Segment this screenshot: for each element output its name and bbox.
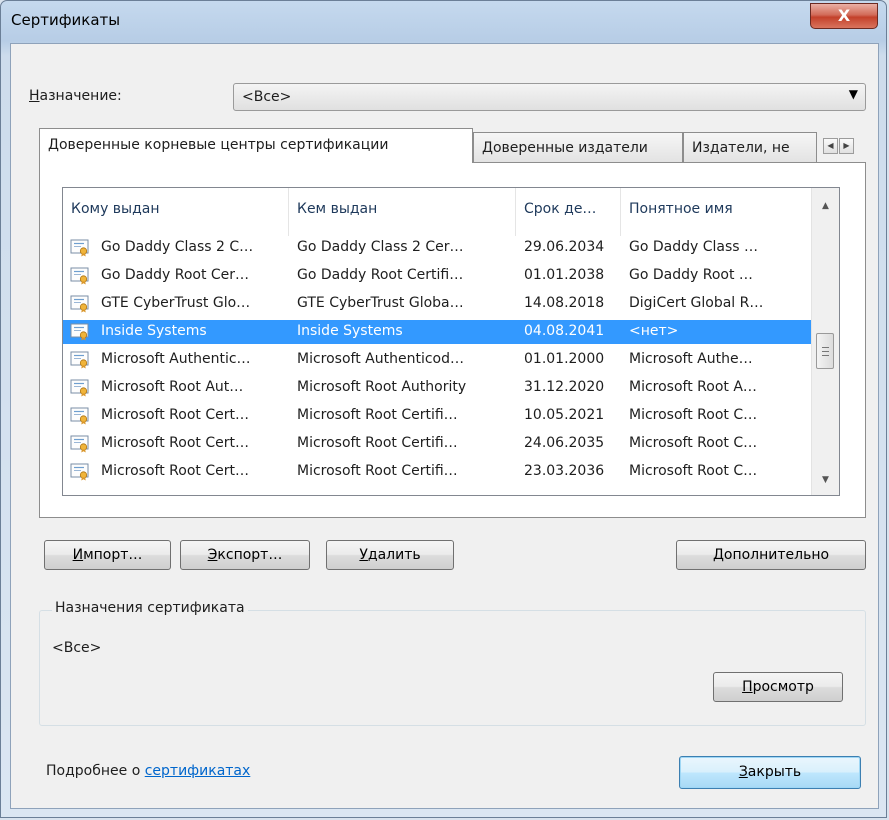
cell-friendly-name: Go Daddy Class …: [629, 239, 759, 255]
cell-issued-by: Inside Systems: [297, 323, 403, 339]
scroll-up-icon[interactable]: ▲: [812, 196, 839, 216]
certificates-link[interactable]: сертификатах: [145, 763, 251, 779]
purpose-dropdown[interactable]: <Все> ▼: [233, 83, 866, 111]
cell-expiration: 14.08.2018: [524, 295, 605, 311]
cell-expiration: 01.01.2000: [524, 351, 605, 367]
tab-scroll-right-icon[interactable]: ▶: [839, 138, 854, 154]
cell-friendly-name: DigiCert Global R…: [629, 295, 764, 311]
certificate-icon: [70, 463, 89, 481]
cell-expiration: 29.06.2034: [524, 239, 605, 255]
cell-issued-by: Go Daddy Class 2 Cer…: [297, 239, 464, 255]
cell-issued-to: Microsoft Root Cert…: [101, 463, 249, 479]
certificate-icon: [70, 295, 89, 313]
certificate-purposes-value: <Все>: [52, 640, 102, 656]
cell-issued-to: Inside Systems: [101, 323, 207, 339]
cell-issued-by: Microsoft Root Authority: [297, 379, 467, 395]
list-scrollbar[interactable]: ▲ ▼: [811, 188, 839, 495]
certificate-list[interactable]: Кому выдан Кем выдан Срок де… Понятное и…: [62, 187, 840, 496]
certificate-purposes-title: Назначения сертификата: [52, 600, 248, 616]
cell-issued-to: Microsoft Root Aut…: [101, 379, 244, 395]
column-issued-by[interactable]: Кем выдан: [289, 188, 516, 236]
cell-expiration: 23.03.2036: [524, 463, 605, 479]
column-friendly-name[interactable]: Понятное имя: [621, 188, 811, 236]
certificate-icon: [70, 267, 89, 285]
table-row[interactable]: Microsoft Root Cert… Microsoft Root Certi…: [63, 404, 811, 428]
cell-issued-to: Go Daddy Root Cer…: [101, 267, 250, 283]
certificate-icon: [70, 407, 89, 425]
cell-expiration: 01.01.2038: [524, 267, 605, 283]
list-header: Кому выдан Кем выдан Срок де… Понятное и…: [63, 188, 811, 236]
scroll-down-icon[interactable]: ▼: [812, 470, 839, 490]
cell-expiration: 31.12.2020: [524, 379, 605, 395]
tab-scroll-left-icon[interactable]: ◀: [823, 138, 838, 154]
table-row[interactable]: Microsoft Authentic… Microsoft Authentico…: [63, 348, 811, 372]
cell-issued-to: Go Daddy Class 2 C…: [101, 239, 254, 255]
certificate-icon: [70, 435, 89, 453]
tab-untrusted-publishers[interactable]: Издатели, не: [683, 132, 817, 162]
certificate-icon: [70, 239, 89, 257]
window-title: Сертификаты: [11, 11, 121, 29]
table-row[interactable]: Go Daddy Root Cer… Go Daddy Root Certifi……: [63, 264, 811, 288]
cell-expiration: 24.06.2035: [524, 435, 605, 451]
export-button[interactable]: Экспорт…: [180, 540, 310, 570]
purpose-label: Назначение:: [29, 88, 122, 104]
tab-trusted-publishers[interactable]: Доверенные издатели: [473, 132, 683, 162]
cell-expiration: 04.08.2041: [524, 323, 605, 339]
cell-expiration: 10.05.2021: [524, 407, 605, 423]
purpose-dropdown-value: <Все>: [242, 89, 292, 105]
cell-issued-by: GTE CyberTrust Globa…: [297, 295, 464, 311]
certificate-purposes-group: [39, 610, 866, 726]
table-row[interactable]: Inside Systems Inside Systems 04.08.2041 <н…: [63, 320, 811, 344]
cell-friendly-name: Microsoft Root C…: [629, 407, 758, 423]
cell-issued-by: Microsoft Authenticod…: [297, 351, 464, 367]
column-issued-to[interactable]: Кому выдан: [63, 188, 289, 236]
cell-issued-by: Go Daddy Root Certifi…: [297, 267, 464, 283]
cell-issued-by: Microsoft Root Certifi…: [297, 407, 458, 423]
table-row[interactable]: Go Daddy Class 2 C… Go Daddy Class 2 Cer……: [63, 236, 811, 260]
table-row[interactable]: Microsoft Root Cert… Microsoft Root Certi…: [63, 460, 811, 484]
cell-issued-to: Microsoft Root Cert…: [101, 407, 249, 423]
table-row[interactable]: Microsoft Root Cert… Microsoft Root Certi…: [63, 432, 811, 456]
close-button[interactable]: Закрыть: [679, 756, 861, 789]
close-window-button[interactable]: X: [810, 3, 878, 29]
import-button[interactable]: Импорт…: [44, 540, 171, 570]
chevron-down-icon: ▼: [848, 87, 858, 101]
tab-trusted-root[interactable]: Доверенные корневые центры сертификации: [39, 128, 473, 163]
cell-issued-to: Microsoft Authentic…: [101, 351, 251, 367]
cell-issued-to: Microsoft Root Cert…: [101, 435, 249, 451]
cell-friendly-name: Microsoft Root C…: [629, 435, 758, 451]
table-row[interactable]: GTE CyberTrust Glo… GTE CyberTrust Globa……: [63, 292, 811, 316]
delete-button[interactable]: Удалить: [326, 540, 454, 570]
cell-friendly-name: Go Daddy Root …: [629, 267, 753, 283]
title-bar[interactable]: Сертификаты X: [1, 1, 886, 43]
scrollbar-thumb[interactable]: [816, 333, 834, 369]
learn-more-text: Подробнее о сертификатах: [46, 763, 251, 779]
cell-friendly-name: Microsoft Root C…: [629, 463, 758, 479]
cell-friendly-name: <нет>: [629, 323, 679, 339]
certificate-icon: [70, 351, 89, 369]
certificate-icon: [70, 323, 89, 341]
cell-issued-to: GTE CyberTrust Glo…: [101, 295, 251, 311]
cell-friendly-name: Microsoft Authe…: [629, 351, 753, 367]
table-row[interactable]: Microsoft Root Aut… Microsoft Root Author…: [63, 376, 811, 400]
cell-issued-by: Microsoft Root Certifi…: [297, 463, 458, 479]
advanced-button[interactable]: Дополнительно: [676, 540, 866, 570]
view-button[interactable]: Просмотр: [713, 672, 843, 702]
cell-friendly-name: Microsoft Root A…: [629, 379, 757, 395]
column-expiration[interactable]: Срок де…: [516, 188, 621, 236]
certificate-icon: [70, 379, 89, 397]
cell-issued-by: Microsoft Root Certifi…: [297, 435, 458, 451]
tab-strip: Доверенные корневые центры сертификации …: [39, 128, 866, 163]
